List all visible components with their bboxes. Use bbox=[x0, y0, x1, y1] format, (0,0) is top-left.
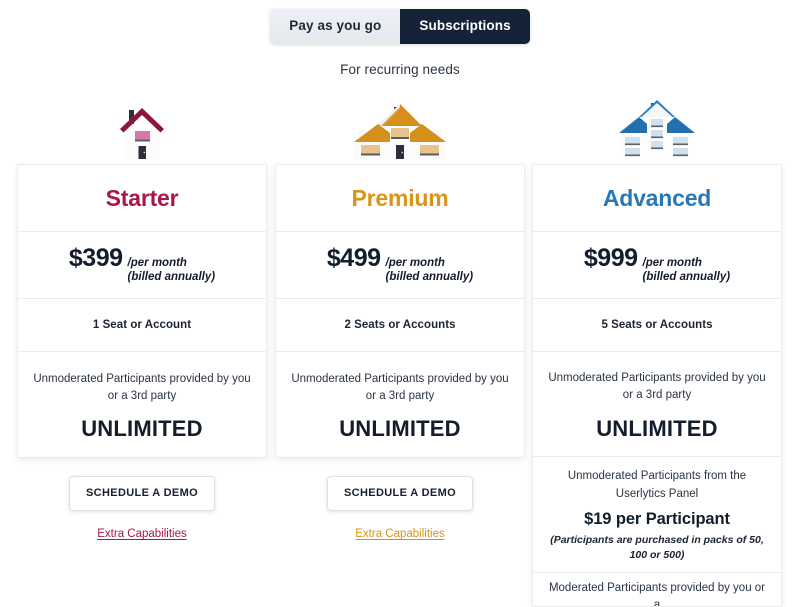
plan-price-row: $399 /per month (billed annually) bbox=[18, 232, 266, 299]
plan-name: Starter bbox=[105, 184, 179, 211]
plan-price-amount: $399 bbox=[68, 244, 123, 273]
plan-panel-description: Unmoderated Participants from the Userly… bbox=[567, 470, 747, 500]
plan-card-premium: Premium $499 /per month (billed annually… bbox=[275, 164, 525, 458]
plan-unmoderated-row: Unmoderated Participants provided by you… bbox=[18, 352, 266, 457]
plan-card-starter: Starter $399 /per month (billed annually… bbox=[17, 164, 267, 458]
extra-capabilities-link[interactable]: Extra Capabilities bbox=[355, 528, 444, 540]
plan-seats: 1 Seat or Account bbox=[92, 319, 192, 331]
plan-price-row: $999 /per month (billed annually) bbox=[533, 232, 781, 299]
plan-cta-premium: SCHEDULE A DEMO Extra Capabilities bbox=[275, 476, 525, 540]
tab-subscriptions[interactable]: Subscriptions bbox=[400, 9, 530, 44]
plan-seats-row: 2 Seats or Accounts bbox=[276, 299, 524, 352]
plan-price-amount: $999 bbox=[583, 244, 638, 273]
plan-column-starter: Starter $399 /per month (billed annually… bbox=[17, 96, 267, 607]
subheading: For recurring needs bbox=[340, 62, 460, 77]
plan-price-billing-note: (billed annually) bbox=[642, 271, 731, 284]
plan-title-row: Starter bbox=[18, 165, 266, 232]
plan-price-amount: $499 bbox=[326, 244, 381, 273]
plan-moderated-description: Moderated Participants provided by you o… bbox=[548, 581, 766, 607]
pricing-page: Pay as you go Subscriptions For recurrin… bbox=[0, 0, 800, 607]
plan-unmoderated-row: Unmoderated Participants provided by you… bbox=[276, 352, 524, 457]
plan-title-row: Premium bbox=[276, 165, 524, 232]
plan-cta-starter: SCHEDULE A DEMO Extra Capabilities bbox=[17, 476, 267, 540]
plan-card-advanced: Advanced $999 /per month (billed annuall… bbox=[532, 164, 782, 607]
pricing-cards: Starter $399 /per month (billed annually… bbox=[0, 96, 800, 607]
schedule-a-demo-button[interactable]: SCHEDULE A DEMO bbox=[327, 476, 473, 511]
plan-column-premium: Premium $499 /per month (billed annually… bbox=[275, 96, 525, 607]
plan-seats-row: 5 Seats or Accounts bbox=[533, 299, 781, 352]
plan-price-row: $499 /per month (billed annually) bbox=[276, 232, 524, 299]
plan-name: Premium bbox=[351, 184, 449, 211]
apartment-building-icon bbox=[532, 96, 782, 164]
plan-unmoderated-description: Unmoderated Participants provided by you… bbox=[291, 372, 509, 402]
medium-house-icon bbox=[275, 96, 525, 164]
plan-name: Advanced bbox=[602, 184, 712, 211]
plan-price-billing-note: (billed annually) bbox=[127, 271, 216, 284]
plan-price-period: /per month bbox=[642, 257, 702, 270]
plan-seats: 2 Seats or Accounts bbox=[344, 319, 456, 331]
tab-pay-as-you-go[interactable]: Pay as you go bbox=[270, 9, 401, 44]
plan-unmoderated-value: UNLIMITED bbox=[339, 416, 461, 442]
extra-capabilities-link[interactable]: Extra Capabilities bbox=[97, 528, 186, 540]
plan-unmoderated-description: Unmoderated Participants provided by you… bbox=[33, 372, 251, 402]
plan-title-row: Advanced bbox=[533, 165, 781, 232]
plan-unmoderated-description: Unmoderated Participants provided by you… bbox=[548, 372, 766, 401]
plan-price-period: /per month bbox=[385, 257, 445, 270]
plan-price-period: /per month bbox=[127, 257, 187, 270]
plan-panel-note: (Participants are purchased in packs of … bbox=[550, 534, 764, 562]
schedule-a-demo-button[interactable]: SCHEDULE A DEMO bbox=[69, 476, 215, 511]
plan-panel-price: $19 per Participant bbox=[584, 509, 730, 528]
plan-moderated-row: Moderated Participants provided by you o… bbox=[533, 573, 781, 607]
plan-price-billing-note: (billed annually) bbox=[385, 271, 474, 284]
plan-unmoderated-value: UNLIMITED bbox=[596, 415, 718, 441]
plan-unmoderated-row: Unmoderated Participants provided by you… bbox=[533, 352, 781, 457]
billing-mode-toggle[interactable]: Pay as you go Subscriptions bbox=[270, 9, 530, 44]
billing-mode-toggle-container: Pay as you go Subscriptions bbox=[0, 9, 800, 44]
plan-column-advanced: Advanced $999 /per month (billed annuall… bbox=[532, 96, 782, 607]
plan-seats: 5 Seats or Accounts bbox=[601, 319, 713, 331]
plan-unmoderated-value: UNLIMITED bbox=[81, 416, 203, 442]
small-house-icon bbox=[17, 96, 267, 164]
plan-seats-row: 1 Seat or Account bbox=[18, 299, 266, 352]
plan-panel-row: Unmoderated Participants from the Userly… bbox=[533, 457, 781, 573]
